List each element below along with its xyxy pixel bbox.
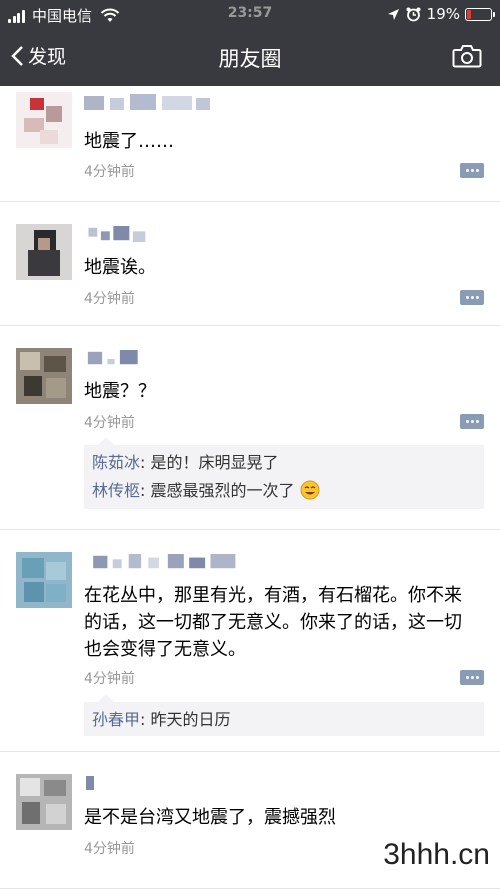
avatar[interactable]	[16, 224, 72, 280]
page-title: 朋友圈	[218, 47, 282, 71]
post-time: 4分钟前	[84, 291, 135, 307]
post-text: 在花丛中，那里有光，有酒，有石榴花。你不来的话，这一切都了无意义。你来了的话，这…	[84, 585, 462, 660]
status-bar: 中国电信 23:57 19%	[0, 0, 500, 30]
comment-author[interactable]: 陈茹冰	[92, 453, 140, 472]
comment-row[interactable]: 陈茹冰: 是的！床明显晃了	[92, 449, 476, 477]
alarm-icon	[406, 7, 421, 21]
comment-separator: :	[140, 481, 151, 500]
comment-more-icon[interactable]	[460, 414, 484, 429]
post-time: 4分钟前	[84, 671, 135, 687]
username-blurred[interactable]	[84, 776, 98, 792]
nav-bar: 发现 朋友圈	[0, 30, 500, 86]
comment-author[interactable]: 孙春甲	[92, 710, 140, 729]
laughing-emoji-icon	[300, 480, 320, 500]
username-blurred[interactable]	[84, 94, 214, 110]
comment-more-icon[interactable]	[460, 290, 484, 305]
username-blurred[interactable]	[84, 554, 249, 570]
comment-row[interactable]: 林传柩: 震感最强烈的一次了	[92, 477, 476, 505]
post-time: 4分钟前	[84, 164, 135, 180]
camera-icon[interactable]	[452, 44, 482, 68]
post-text: 地震了……	[84, 131, 174, 152]
moment-post: 地震了…… 4分钟前	[0, 86, 500, 202]
comment-text: 昨天的日历	[150, 710, 231, 729]
post-text: 地震？？	[84, 381, 156, 402]
comment-author[interactable]: 林传柩	[92, 481, 140, 500]
avatar[interactable]	[16, 774, 72, 830]
avatar[interactable]	[16, 348, 72, 404]
avatar[interactable]	[16, 552, 72, 608]
comment-text: 是的！床明显晃了	[150, 453, 279, 472]
comment-text: 震感最强烈的一次了	[150, 481, 295, 500]
avatar[interactable]	[16, 92, 72, 148]
post-text: 地震诶。	[84, 257, 156, 278]
comment-row[interactable]: 孙春甲: 昨天的日历	[92, 706, 476, 734]
comment-separator: :	[140, 710, 151, 729]
comment-more-icon[interactable]	[460, 670, 484, 685]
battery-icon	[465, 7, 495, 21]
moment-post: 在花丛中，那里有光，有酒，有石榴花。你不来的话，这一切都了无意义。你来了的话，这…	[0, 530, 500, 752]
comment-more-icon[interactable]	[460, 163, 484, 178]
username-blurred[interactable]	[84, 350, 154, 366]
location-arrow-icon	[387, 8, 399, 20]
username-blurred[interactable]	[84, 226, 164, 242]
watermark: 3hhh.cn	[383, 838, 490, 871]
comments-box: 孙春甲: 昨天的日历	[84, 694, 484, 736]
battery-percent: 19%	[426, 5, 460, 23]
post-time: 4分钟前	[84, 415, 135, 431]
moment-post: 地震诶。 4分钟前	[0, 202, 500, 326]
comment-separator: :	[140, 453, 151, 472]
post-time: 4分钟前	[84, 841, 135, 857]
moment-post: 地震？？ 4分钟前 陈茹冰: 是的！床明显晃了 林传柩: 震感最强烈的一次了	[0, 326, 500, 530]
comments-box: 陈茹冰: 是的！床明显晃了 林传柩: 震感最强烈的一次了	[84, 437, 484, 509]
post-text: 是不是台湾又地震了，震撼强烈	[84, 807, 336, 828]
